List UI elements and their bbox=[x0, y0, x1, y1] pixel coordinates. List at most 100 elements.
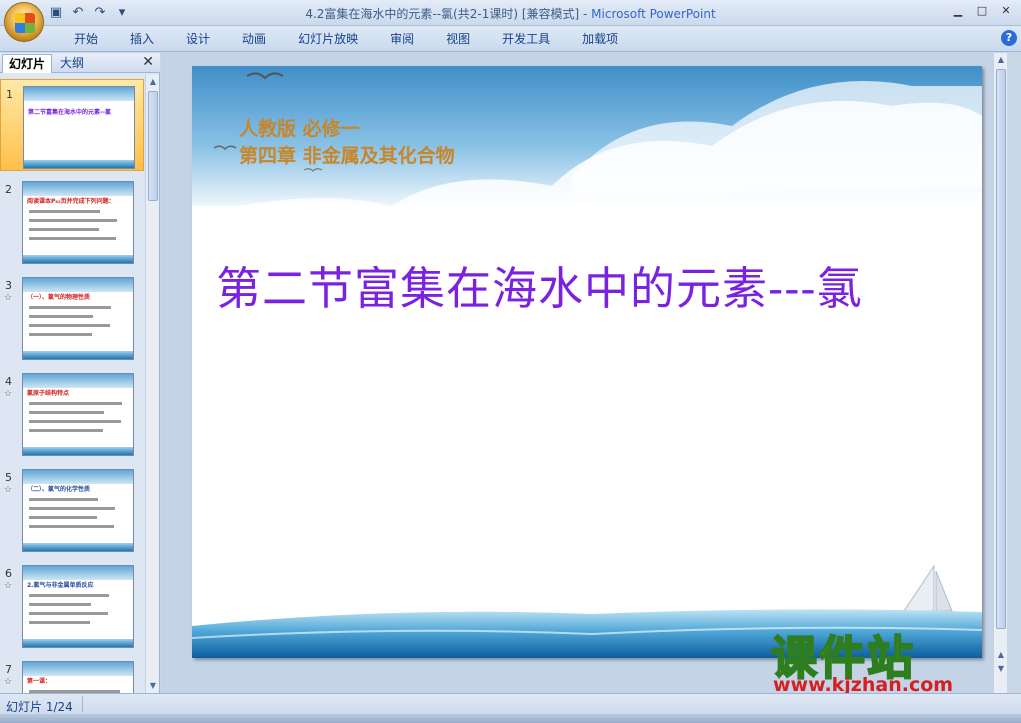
ribbon-tab[interactable]: 开始 bbox=[58, 31, 114, 47]
slide-thumbnail-row[interactable]: 7 ☆ 第一课： bbox=[0, 655, 144, 693]
slide-number: 6 bbox=[5, 567, 12, 580]
slide-subtitle-chapter[interactable]: 第四章 非金属及其化合物 bbox=[239, 141, 455, 168]
slide-editor: 人教版 必修一 第四章 非金属及其化合物 第二节富集在海水中的元素---氯 ▲ … bbox=[161, 53, 1007, 693]
app-name: Microsoft PowerPoint bbox=[591, 7, 716, 21]
thumbnail-scrollbar[interactable]: ▲ ▼ bbox=[145, 75, 159, 693]
slide-thumbnail[interactable]: 第二节富集在海水中的元素--氯 bbox=[23, 86, 135, 169]
document-title: 4.2富集在海水中的元素--氯(共2-1课时) [兼容模式] - bbox=[305, 7, 592, 21]
slide-thumbnail[interactable]: 阅读课本P₈₂页并完成下列问题： bbox=[22, 181, 134, 264]
thumbnail-title: 2.氯气与非金属单质反应 bbox=[27, 582, 94, 589]
minimize-icon[interactable]: ▁ bbox=[947, 2, 969, 20]
thumbnail-sea bbox=[23, 639, 133, 647]
maximize-icon[interactable]: □ bbox=[971, 2, 993, 20]
slide-thumbnail-row[interactable]: 3 ☆ （一）、氯气的物理性质 bbox=[0, 271, 144, 363]
slide-thumbnail[interactable]: 第一课： bbox=[22, 661, 134, 693]
slide-number: 7 bbox=[5, 663, 12, 676]
scroll-down-icon[interactable]: ▼ bbox=[146, 679, 160, 693]
ribbon-tab[interactable]: 开发工具 bbox=[486, 31, 566, 47]
scroll-up-icon[interactable]: ▲ bbox=[994, 55, 1008, 64]
thumbnail-sky bbox=[23, 470, 133, 484]
slide-thumbnail-row[interactable]: 5 ☆ （二）、氯气的化学性质 bbox=[0, 463, 144, 555]
watermark-logo: 课件站 www.kjzhan.com bbox=[769, 622, 1009, 700]
slide-title[interactable]: 第二节富集在海水中的元素---氯 bbox=[216, 252, 863, 317]
scroll-thumb[interactable] bbox=[148, 91, 158, 201]
thumbnail-title: 氯原子结构特点 bbox=[27, 390, 70, 397]
thumbnail-sky bbox=[23, 566, 133, 580]
animation-indicator-icon: ☆ bbox=[4, 389, 13, 399]
thumbnail-text-line bbox=[29, 228, 99, 231]
slide-subtitle-textbook[interactable]: 人教版 必修一 bbox=[239, 114, 360, 141]
animation-indicator-icon: ☆ bbox=[4, 293, 13, 303]
help-icon[interactable]: ? bbox=[1001, 30, 1017, 46]
slide-thumbnail-list: 1 第二节富集在海水中的元素--氯 2 阅读课本P₈₂页并完成下列问题： 3 ☆ （一）、氯… bbox=[0, 75, 144, 693]
thumbnail-text-line bbox=[29, 315, 93, 318]
thumbnail-text-line bbox=[29, 210, 100, 213]
slides-pane: 幻灯片 大纲 ✕ 1 第二节富集在海水中的元素--氯 2 阅读课本P₈₂页并完成下列问… bbox=[0, 53, 160, 693]
thumbnail-sky bbox=[24, 87, 134, 101]
thumbnail-text-line bbox=[29, 525, 114, 528]
slide-counter: 幻灯片 1/24 bbox=[6, 700, 73, 714]
title-bar: ▣ ↶ ↷ ▾ 4.2富集在海水中的元素--氯(共2-1课时) [兼容模式] -… bbox=[0, 0, 1021, 26]
slide-number: 4 bbox=[5, 375, 12, 388]
thumbnail-text-line bbox=[29, 429, 103, 432]
thumbnail-text-line bbox=[29, 333, 92, 336]
animation-indicator-icon: ☆ bbox=[4, 677, 13, 687]
thumbnail-text-line bbox=[29, 612, 108, 615]
slide-thumbnail-row[interactable]: 1 第二节富集在海水中的元素--氯 bbox=[0, 79, 144, 171]
animation-indicator-icon: ☆ bbox=[4, 581, 13, 591]
scroll-up-icon[interactable]: ▲ bbox=[146, 75, 160, 89]
thumbnail-text-line bbox=[29, 411, 104, 414]
slide-number: 5 bbox=[5, 471, 12, 484]
slide-thumbnail[interactable]: （二）、氯气的化学性质 bbox=[22, 469, 134, 552]
ribbon-tab[interactable]: 视图 bbox=[430, 31, 486, 47]
thumbnail-text-line bbox=[29, 219, 117, 222]
office-button[interactable] bbox=[4, 2, 44, 42]
thumbnail-text-line bbox=[29, 603, 91, 606]
thumbnail-sea bbox=[23, 447, 133, 455]
ribbon-tab[interactable]: 插入 bbox=[114, 31, 170, 47]
thumbnail-sea bbox=[23, 351, 133, 359]
ribbon-tab[interactable]: 设计 bbox=[170, 31, 226, 47]
close-icon[interactable]: ✕ bbox=[995, 2, 1017, 20]
slide-thumbnail-row[interactable]: 4 ☆ 氯原子结构特点 bbox=[0, 367, 144, 459]
tab-slides[interactable]: 幻灯片 bbox=[2, 54, 53, 73]
thumbnail-sky bbox=[23, 182, 133, 196]
thumbnail-text-line bbox=[29, 324, 110, 327]
thumbnail-title: 第二节富集在海水中的元素--氯 bbox=[28, 109, 111, 116]
ribbon-tab[interactable]: 动画 bbox=[226, 31, 282, 47]
thumbnail-sea bbox=[23, 543, 133, 551]
close-pane-icon[interactable]: ✕ bbox=[142, 54, 154, 70]
tab-outline[interactable]: 大纲 bbox=[54, 54, 90, 73]
slide-thumbnail[interactable]: 2.氯气与非金属单质反应 bbox=[22, 565, 134, 648]
taskbar bbox=[0, 714, 1021, 723]
thumbnail-text-line bbox=[29, 516, 97, 519]
thumbnail-sky bbox=[23, 374, 133, 388]
animation-indicator-icon: ☆ bbox=[4, 485, 13, 495]
office-logo-icon bbox=[15, 13, 35, 33]
thumbnail-text-line bbox=[29, 594, 109, 597]
current-slide[interactable]: 人教版 必修一 第四章 非金属及其化合物 第二节富集在海水中的元素---氯 bbox=[192, 66, 982, 658]
thumbnail-sky bbox=[23, 662, 133, 676]
thumbnail-text-line bbox=[29, 507, 115, 510]
ribbon-tab-list: 开始 插入 设计 动画 幻灯片放映 审阅 视图 开发工具 加载项 bbox=[58, 31, 634, 47]
slide-thumbnail-row[interactable]: 6 ☆ 2.氯气与非金属单质反应 bbox=[0, 559, 144, 651]
pane-tabs: 幻灯片 大纲 ✕ bbox=[0, 53, 160, 73]
ribbon-tabs: 开始 插入 设计 动画 幻灯片放映 审阅 视图 开发工具 加载项 ? bbox=[0, 26, 1021, 52]
slide-scrollbar[interactable]: ▲ ▲ ▼ bbox=[993, 53, 1007, 693]
slide-number: 2 bbox=[5, 183, 12, 196]
slide-thumbnail[interactable]: （一）、氯气的物理性质 bbox=[22, 277, 134, 360]
window-title: 4.2富集在海水中的元素--氯(共2-1课时) [兼容模式] - Microso… bbox=[0, 5, 1021, 22]
thumbnail-title: （二）、氯气的化学性质 bbox=[27, 486, 91, 493]
slide-thumbnail[interactable]: 氯原子结构特点 bbox=[22, 373, 134, 456]
thumbnail-text-line bbox=[29, 237, 116, 240]
thumbnail-sky bbox=[23, 278, 133, 292]
thumbnail-title: （一）、氯气的物理性质 bbox=[27, 294, 91, 301]
window-controls: ▁ □ ✕ bbox=[947, 2, 1017, 20]
scroll-thumb[interactable] bbox=[996, 69, 1006, 629]
ribbon-tab[interactable]: 审阅 bbox=[374, 31, 430, 47]
ribbon-tab[interactable]: 幻灯片放映 bbox=[282, 31, 374, 47]
slide-thumbnail-row[interactable]: 2 阅读课本P₈₂页并完成下列问题： bbox=[0, 175, 144, 267]
ribbon-tab[interactable]: 加载项 bbox=[566, 31, 634, 47]
status-divider bbox=[82, 696, 83, 712]
slide-number: 3 bbox=[5, 279, 12, 292]
